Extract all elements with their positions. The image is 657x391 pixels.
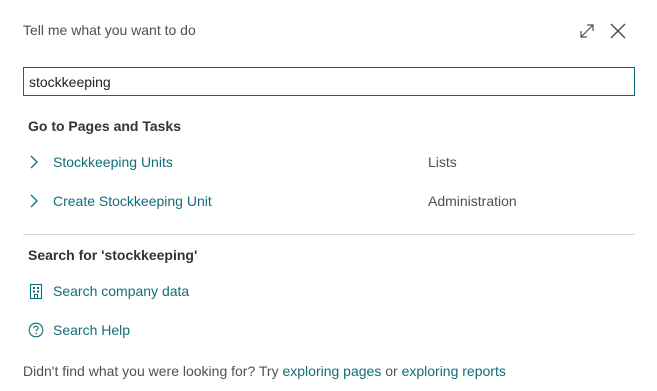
expand-button[interactable] [576, 20, 598, 42]
search-company-data-label: Search company data [53, 283, 190, 299]
chevron-right-icon [28, 154, 40, 170]
result-item-stockkeeping-units[interactable]: Stockkeeping Units Lists [23, 149, 635, 175]
search-help-link[interactable]: Search Help [28, 318, 130, 342]
search-section-title: Search for 'stockkeeping' [28, 247, 198, 263]
exploring-pages-link[interactable]: exploring pages [282, 363, 381, 379]
footer-text: Didn't find what you were looking for? T… [23, 363, 506, 379]
close-icon [610, 23, 626, 39]
result-label: Stockkeeping Units [53, 154, 173, 170]
result-category: Lists [428, 154, 457, 170]
building-icon [28, 282, 44, 300]
search-input[interactable] [24, 68, 634, 95]
expand-icon [580, 24, 594, 38]
section-divider [23, 234, 635, 235]
search-company-data-link[interactable]: Search company data [28, 279, 189, 303]
exploring-reports-link[interactable]: exploring reports [402, 363, 506, 379]
result-category: Administration [428, 193, 517, 209]
search-box [23, 67, 635, 96]
close-button[interactable] [607, 20, 629, 42]
footer-middle: or [381, 363, 402, 379]
help-icon [28, 321, 44, 339]
search-help-label: Search Help [53, 322, 131, 338]
pages-section-title: Go to Pages and Tasks [28, 118, 182, 134]
tell-me-dialog: Tell me what you want to do Go to Pages … [0, 0, 657, 391]
footer-prefix: Didn't find what you were looking for? T… [23, 363, 283, 379]
result-item-create-stockkeeping-unit[interactable]: Create Stockkeeping Unit Administration [23, 188, 635, 214]
result-label: Create Stockkeeping Unit [53, 193, 212, 209]
chevron-right-icon [28, 193, 40, 209]
dialog-title: Tell me what you want to do [23, 22, 196, 38]
